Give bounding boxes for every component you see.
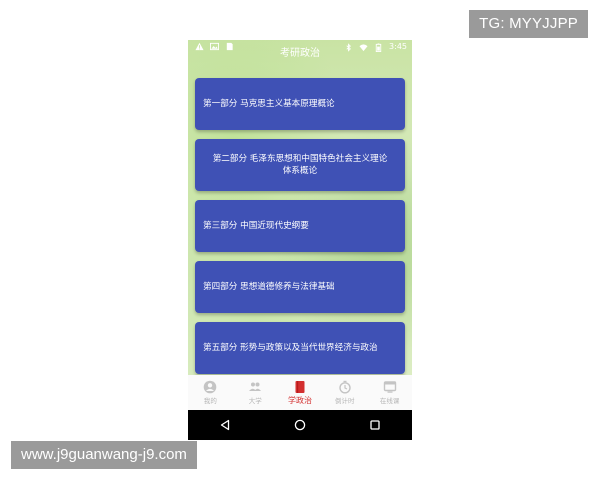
watermark-url: www.j9guanwang-j9.com: [11, 441, 197, 469]
back-triangle-icon: [221, 419, 230, 431]
phone-screen: 3:45 考研政治 第一部分 马克思主义基本原理概论 第二部分 毛泽东思想和中国…: [188, 40, 412, 440]
person-icon: [204, 380, 217, 394]
section-card-4[interactable]: 第四部分 思想道德修养与法律基础: [195, 261, 405, 313]
nav-label: 在线课: [379, 397, 400, 405]
nav-item-online-course[interactable]: 在线课: [367, 375, 412, 410]
back-button[interactable]: [218, 418, 232, 432]
people-icon: [249, 382, 262, 391]
nav-label: 学政治: [287, 396, 312, 405]
nav-label: 倒计时: [335, 397, 355, 405]
section-card-3[interactable]: 第三部分 中国近现代史纲要: [195, 200, 405, 252]
bottom-navigation: 我的 大学 学政治 倒计时 在线课: [188, 375, 412, 410]
nav-item-countdown[interactable]: 倒计时: [322, 375, 367, 410]
app-title: 考研政治: [280, 48, 320, 59]
screen-icon: [383, 381, 396, 393]
timer-icon: [339, 380, 351, 394]
nav-label: 我的: [203, 397, 217, 405]
section-card-5[interactable]: 第五部分 形势与政策以及当代世界经济与政治: [195, 322, 405, 374]
recents-button[interactable]: [368, 418, 382, 432]
home-button[interactable]: [293, 418, 307, 432]
system-navigation-bar: [188, 410, 412, 440]
recents-square-icon: [369, 420, 380, 430]
nav-item-university[interactable]: 大学: [233, 375, 278, 410]
book-icon: [295, 381, 305, 393]
section-card-2[interactable]: 第二部分 毛泽东思想和中国特色社会主义理论体系概论: [195, 139, 405, 191]
nav-item-mine[interactable]: 我的: [188, 375, 233, 410]
nav-label: 大学: [248, 397, 262, 405]
nav-item-politics[interactable]: 学政治: [278, 375, 323, 410]
home-circle-icon: [294, 419, 306, 431]
section-card-1[interactable]: 第一部分 马克思主义基本原理概论: [195, 78, 405, 130]
watermark-tg: TG: MYYJJPP: [469, 10, 588, 38]
